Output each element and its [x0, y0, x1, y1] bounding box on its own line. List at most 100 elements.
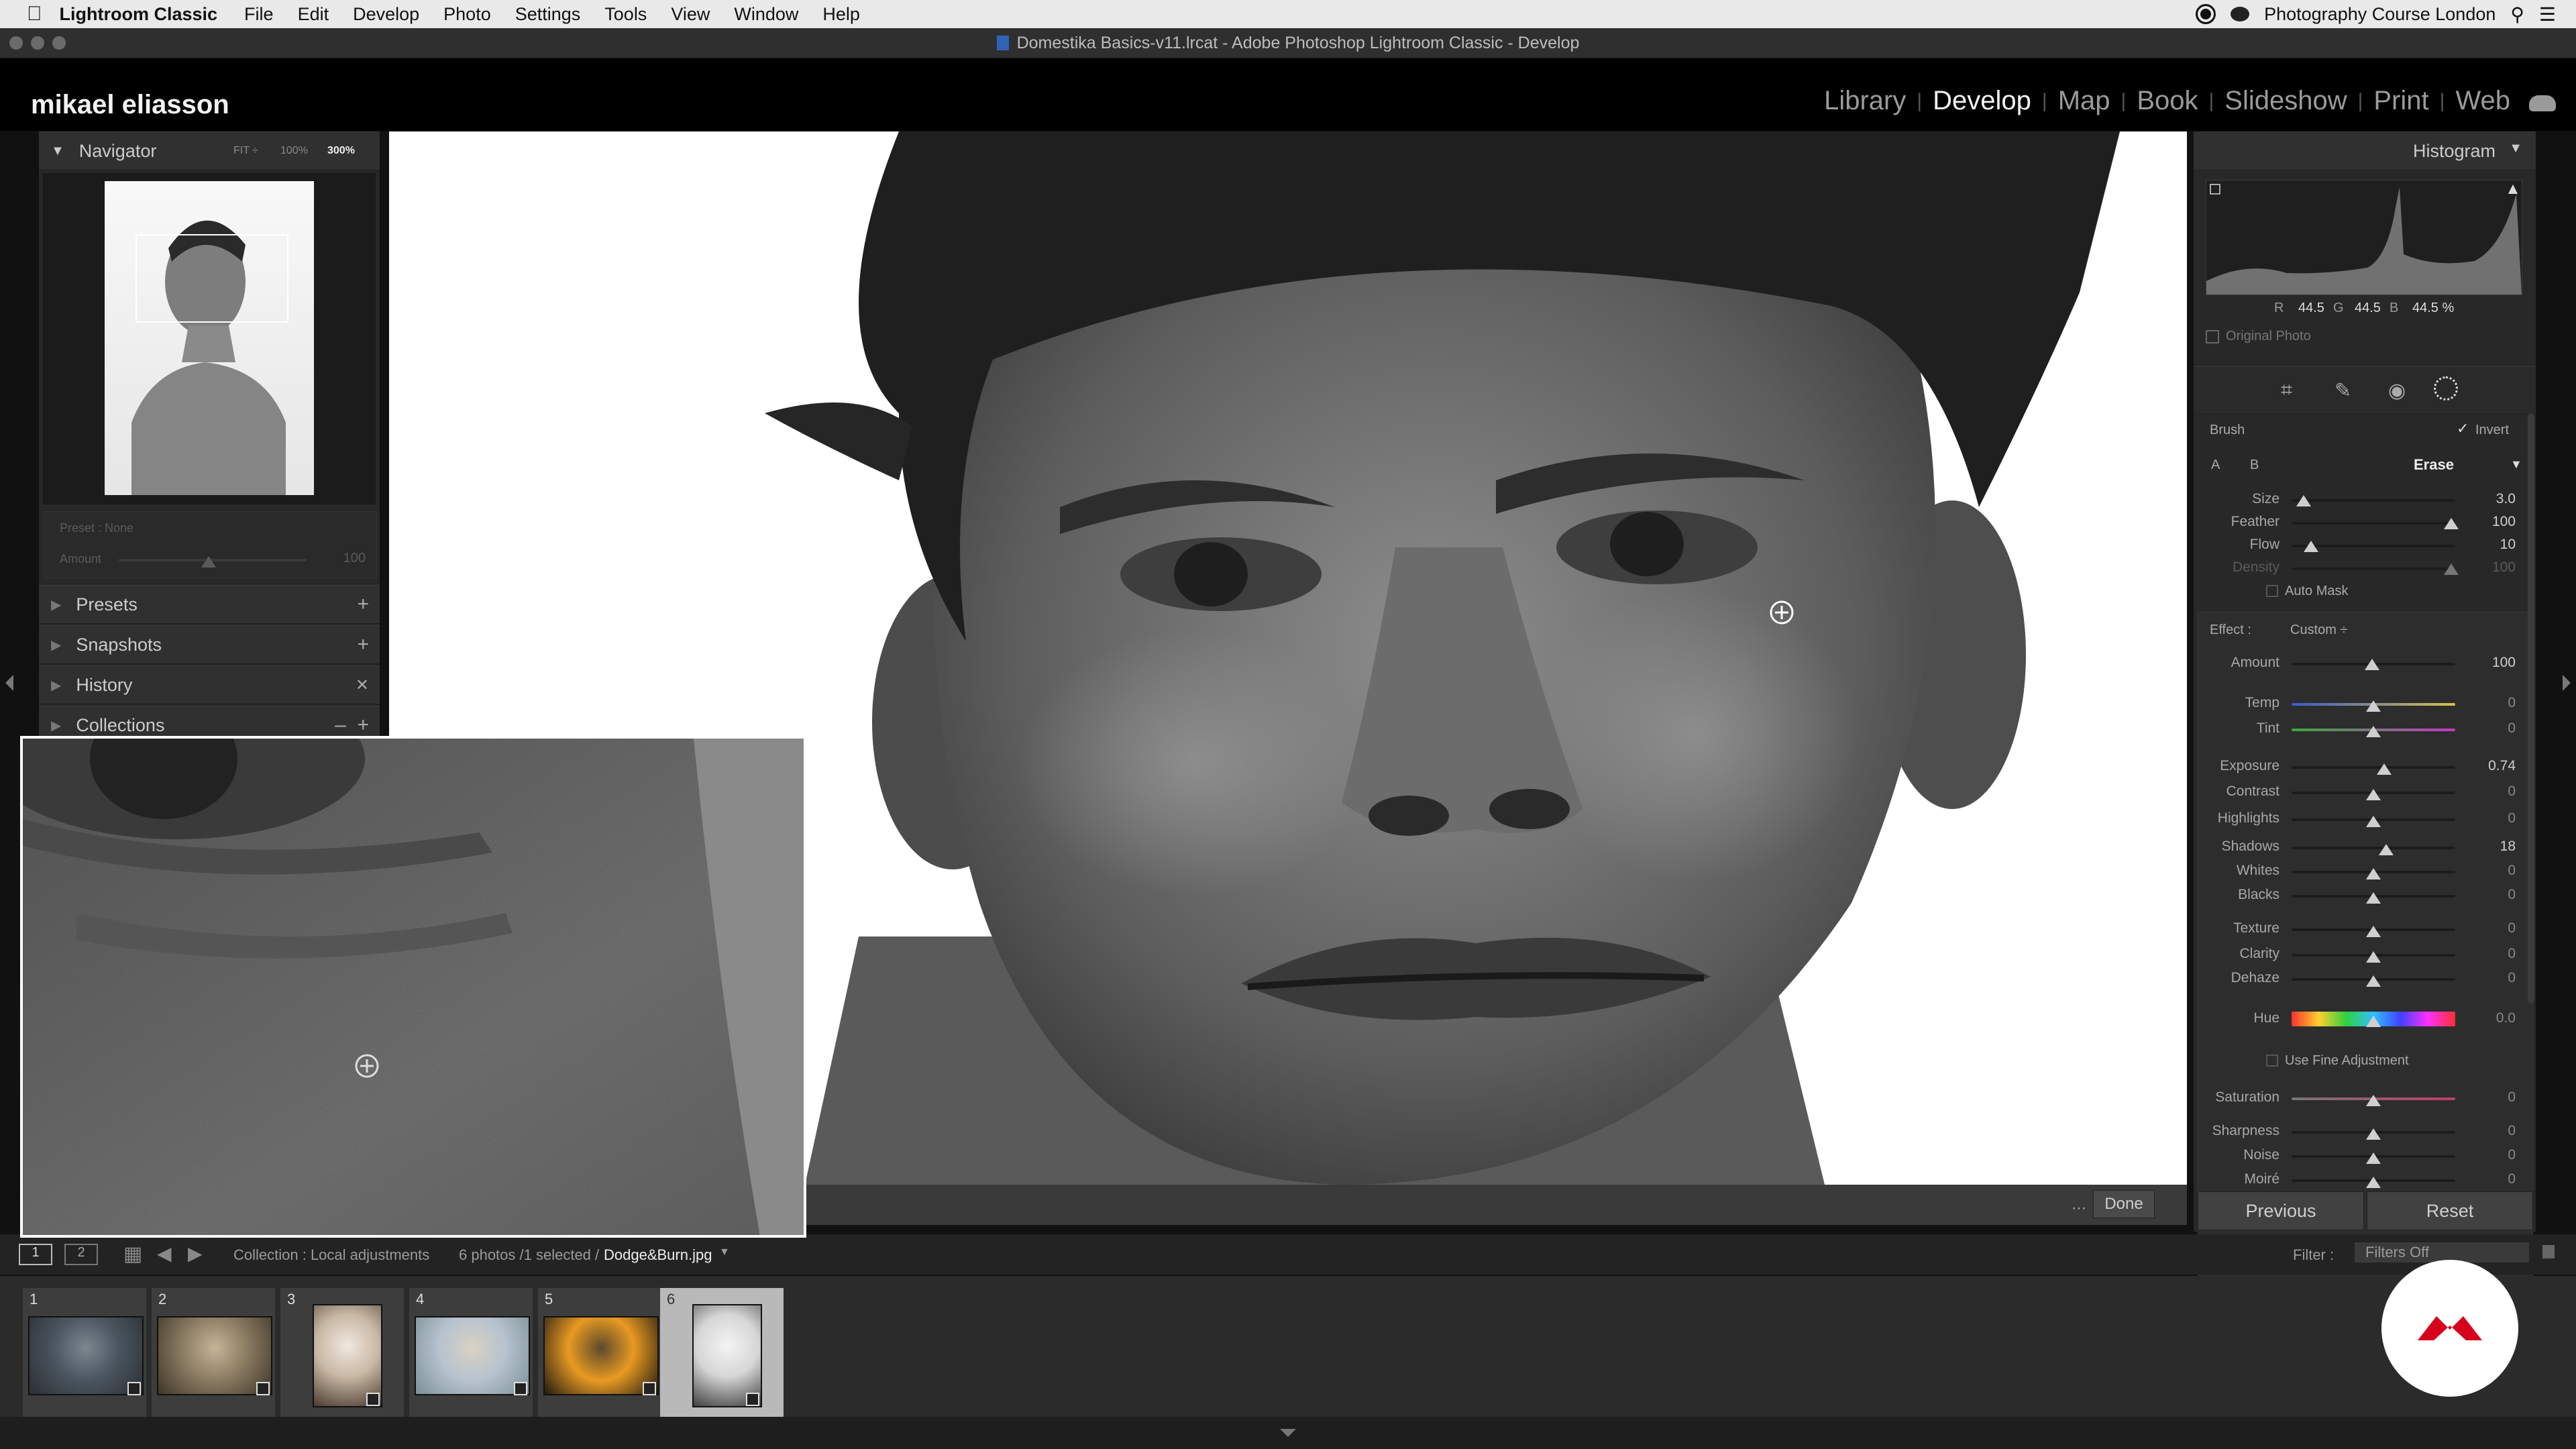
- brush-tab-erase[interactable]: Erase: [2414, 456, 2454, 474]
- menu-edit[interactable]: Edit: [298, 4, 329, 25]
- effect-hue-knob[interactable]: [2366, 1016, 2381, 1027]
- filmstrip-thumbnail[interactable]: 3: [280, 1288, 404, 1417]
- status-user[interactable]: Photography Course London: [2264, 4, 2496, 25]
- menu-file[interactable]: File: [244, 4, 274, 25]
- apple-icon[interactable]: : [27, 3, 42, 25]
- masking-tool-icon[interactable]: [2434, 376, 2458, 400]
- effect-preset[interactable]: Custom ÷: [2290, 623, 2347, 638]
- amount-slider-knob[interactable]: [201, 556, 216, 568]
- cloud-sync-icon[interactable]: [2529, 95, 2556, 111]
- filmstrip-thumbnail[interactable]: 5: [538, 1288, 661, 1417]
- effect-dehaze-knob[interactable]: [2366, 975, 2381, 987]
- minimize-window-button[interactable]: [31, 36, 44, 50]
- effect-whites-knob[interactable]: [2366, 868, 2381, 879]
- effect-blacks-knob[interactable]: [2366, 892, 2381, 904]
- brush-density-knob[interactable]: [2444, 564, 2459, 575]
- automask-checkbox-icon[interactable]: [2266, 585, 2278, 597]
- module-library[interactable]: Library: [1824, 86, 1906, 116]
- brush-feather-knob[interactable]: [2444, 518, 2459, 529]
- brush-feather-track[interactable]: [2292, 522, 2455, 525]
- brush-tab-a[interactable]: A: [2211, 458, 2220, 473]
- brush-size-knob[interactable]: [2296, 495, 2311, 506]
- screen-1-button[interactable]: 1: [19, 1244, 52, 1265]
- zoom-300[interactable]: 300%: [327, 145, 355, 157]
- zoom-fit[interactable]: FIT ÷: [233, 145, 258, 157]
- effect-exposure-track[interactable]: [2292, 766, 2455, 769]
- red-eye-tool-icon[interactable]: ◉: [2388, 379, 2406, 402]
- brush-tab-b[interactable]: B: [2250, 458, 2259, 473]
- screen-share-icon[interactable]: [2231, 7, 2250, 21]
- add-snapshot-icon[interactable]: +: [357, 633, 369, 656]
- effect-noise-knob[interactable]: [2366, 1152, 2381, 1164]
- effect-exposure-knob[interactable]: [2377, 763, 2392, 775]
- add-collection-icon[interactable]: – +: [335, 714, 369, 737]
- left-panel-toggle-icon[interactable]: [5, 675, 13, 691]
- presets-header[interactable]: ▶ Presets +: [39, 585, 380, 624]
- menu-develop[interactable]: Develop: [353, 4, 419, 25]
- brush-size-track[interactable]: [2292, 499, 2455, 502]
- effect-saturation-knob[interactable]: [2366, 1095, 2381, 1106]
- effect-contrast-knob[interactable]: [2366, 789, 2381, 800]
- navigator-preview[interactable]: [43, 173, 376, 504]
- thumbnail-image[interactable]: [157, 1316, 272, 1395]
- filmstrip-thumbnail[interactable]: 1: [23, 1288, 146, 1417]
- module-print[interactable]: Print: [2373, 86, 2428, 116]
- navigator-header[interactable]: ▼ Navigator FIT ÷ 100% 300%: [39, 131, 380, 170]
- history-header[interactable]: ▶ History ✕: [39, 665, 380, 704]
- add-preset-icon[interactable]: +: [357, 593, 369, 616]
- zoom-window-button[interactable]: [52, 36, 66, 50]
- menu-help[interactable]: Help: [822, 4, 860, 25]
- menu-view[interactable]: View: [671, 4, 710, 25]
- filmstrip-thumbnail[interactable]: 2: [152, 1288, 275, 1417]
- menu-window[interactable]: Window: [734, 4, 798, 25]
- effect-amount-knob[interactable]: [2365, 659, 2379, 670]
- menu-settings[interactable]: Settings: [515, 4, 581, 25]
- effect-moir-knob[interactable]: [2366, 1177, 2381, 1188]
- thumbnail-image[interactable]: [692, 1304, 762, 1407]
- collection-label[interactable]: Collection : Local adjustments: [233, 1246, 429, 1264]
- menu-tools[interactable]: Tools: [604, 4, 647, 25]
- right-panel-toggle-icon[interactable]: [2563, 675, 2571, 691]
- fine-adjust-checkbox-icon[interactable]: [2266, 1055, 2278, 1067]
- invert-checkbox-icon[interactable]: ✓: [2457, 420, 2469, 437]
- forward-arrow-icon[interactable]: ▶: [188, 1242, 203, 1265]
- brush-tab-arrow-icon[interactable]: ▼: [2510, 458, 2522, 472]
- thumbnail-image[interactable]: [415, 1316, 530, 1395]
- filmstrip-thumbnail[interactable]: 6: [660, 1288, 784, 1417]
- snapshots-header[interactable]: ▶ Snapshots +: [39, 625, 380, 664]
- done-button[interactable]: Done: [2093, 1190, 2155, 1218]
- zoom-100[interactable]: 100%: [280, 145, 308, 157]
- module-web[interactable]: Web: [2455, 86, 2510, 116]
- brush-flow-knob[interactable]: [2304, 541, 2319, 552]
- screen-2-button[interactable]: 2: [64, 1244, 98, 1265]
- grid-view-icon[interactable]: ▦: [123, 1242, 142, 1266]
- bottom-panel-toggle-icon[interactable]: [1280, 1429, 1296, 1437]
- filmstrip-thumbnail[interactable]: 4: [409, 1288, 533, 1417]
- thumbnail-image[interactable]: [28, 1316, 144, 1395]
- effect-temp-knob[interactable]: [2366, 700, 2381, 712]
- reset-button[interactable]: Reset: [2367, 1191, 2533, 1230]
- close-window-button[interactable]: [9, 36, 23, 50]
- control-center-icon[interactable]: ☰: [2539, 3, 2556, 25]
- effect-highlights-knob[interactable]: [2366, 816, 2381, 827]
- back-arrow-icon[interactable]: ◀: [157, 1242, 172, 1265]
- histogram-graph[interactable]: [2206, 180, 2522, 295]
- effect-tint-knob[interactable]: [2366, 726, 2381, 737]
- selected-filename[interactable]: Dodge&Burn.jpg: [604, 1246, 712, 1264]
- effect-shadows-track[interactable]: [2292, 847, 2455, 849]
- app-menu[interactable]: Lightroom Classic: [60, 4, 218, 25]
- effect-texture-knob[interactable]: [2366, 926, 2381, 937]
- navigator-thumbnail[interactable]: [105, 181, 314, 495]
- checkbox-icon[interactable]: [2206, 329, 2219, 343]
- toolbar-options-icon[interactable]: ⋯: [2072, 1199, 2086, 1217]
- filter-lock-icon[interactable]: [2542, 1245, 2555, 1258]
- clear-history-icon[interactable]: ✕: [356, 676, 369, 695]
- filename-dropdown-icon[interactable]: ▼: [719, 1246, 730, 1258]
- previous-button[interactable]: Previous: [2198, 1191, 2364, 1230]
- crop-tool-icon[interactable]: ⌗: [2281, 379, 2292, 402]
- module-map[interactable]: Map: [2058, 86, 2110, 116]
- right-panel-scrollbar[interactable]: [2528, 413, 2534, 1004]
- effect-shadows-knob[interactable]: [2378, 844, 2394, 855]
- effect-sharpness-knob[interactable]: [2366, 1128, 2381, 1140]
- search-icon[interactable]: ⚲: [2510, 3, 2524, 25]
